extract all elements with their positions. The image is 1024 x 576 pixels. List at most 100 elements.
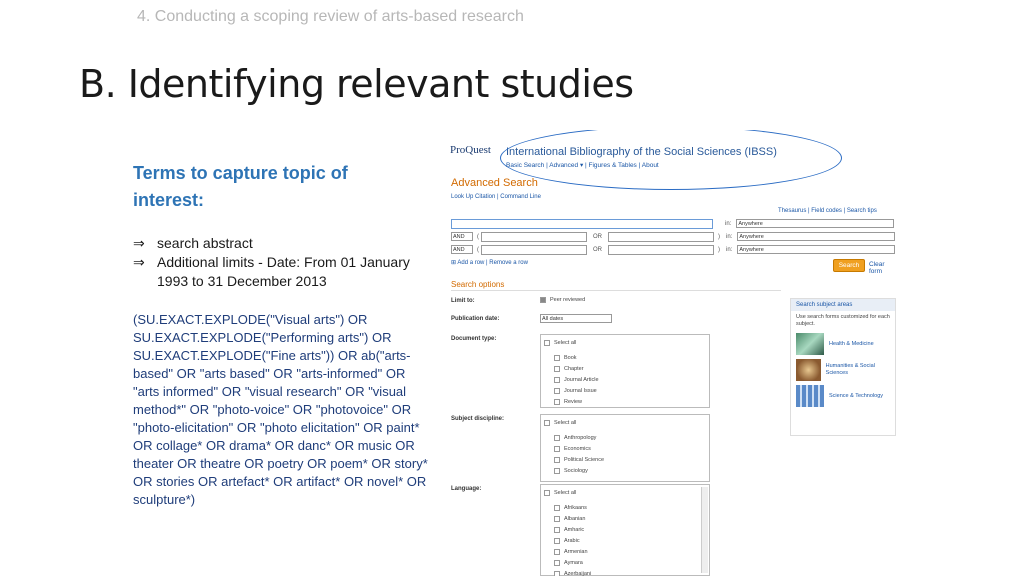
select-all-option[interactable]: Select all: [541, 337, 709, 348]
bullet-item: ⇒ Additional limits - Date: From 01 Janu…: [133, 253, 433, 291]
list-item[interactable]: Review: [541, 396, 709, 407]
search-row: AND ( OR ) in: Anywhere: [451, 231, 896, 242]
checkbox[interactable]: [554, 434, 560, 441]
field-select[interactable]: Anywhere: [737, 245, 896, 254]
subject-discipline-label: Subject discipline:: [451, 416, 505, 422]
list-item[interactable]: Journal Article: [541, 374, 709, 385]
select-all-option[interactable]: Select all: [541, 417, 709, 428]
list-item[interactable]: Afrikaans: [541, 502, 709, 513]
peer-reviewed-option[interactable]: Peer reviewed: [540, 297, 585, 303]
list-item-label: Armenian: [564, 548, 588, 555]
search-query: (SU.EXACT.EXPLODE("Visual arts") OR SU.E…: [133, 312, 428, 507]
list-item[interactable]: Aymara: [541, 557, 709, 568]
list-item-label: Anthropology: [564, 434, 597, 441]
highlight-oval: [500, 130, 842, 190]
language-list[interactable]: Select all Afrikaans Albanian Amharic Arabic…: [540, 484, 710, 576]
search-input[interactable]: [481, 231, 587, 242]
subject-areas-panel: Search subject areas Use search forms cu…: [790, 298, 896, 436]
or-label: OR: [593, 246, 602, 253]
list-item-label: Albanian: [564, 515, 586, 522]
list-item-label: Economics: [564, 445, 591, 452]
checkbox[interactable]: [554, 456, 560, 463]
checkbox[interactable]: [544, 339, 550, 346]
language-label: Language:: [451, 486, 482, 492]
list-item[interactable]: Azerbaijani: [541, 568, 709, 576]
science-thumbnail: [796, 385, 824, 407]
checkbox[interactable]: [554, 559, 560, 566]
list-item-label: Review: [564, 398, 583, 405]
search-input[interactable]: [608, 244, 714, 255]
checkbox[interactable]: [554, 354, 560, 361]
subject-discipline-list[interactable]: Select all Anthropology Economics Political…: [540, 414, 710, 482]
search-input[interactable]: [481, 244, 587, 255]
divider: [451, 290, 781, 291]
subject-health-label: Health & Medicine: [829, 340, 874, 347]
list-item[interactable]: Anthropology: [541, 432, 709, 443]
list-item[interactable]: Armenian: [541, 546, 709, 557]
list-item[interactable]: Arabic: [541, 535, 709, 546]
operator-select[interactable]: AND: [451, 245, 473, 254]
list-item[interactable]: Economics: [541, 443, 709, 454]
field-select[interactable]: Anywhere: [737, 232, 896, 241]
checkbox[interactable]: [544, 419, 550, 426]
proquest-logo: ProQuest: [450, 144, 491, 156]
checkbox[interactable]: [554, 570, 560, 576]
clear-form-link[interactable]: Clear form: [869, 261, 896, 275]
list-item[interactable]: Book: [541, 352, 709, 363]
checkbox[interactable]: [554, 365, 560, 372]
terms-heading: Terms to capture topic of interest:: [133, 163, 348, 210]
checkbox[interactable]: [554, 467, 560, 474]
publication-date-select[interactable]: All dates: [540, 314, 612, 323]
subject-humanities-label: Humanities & Social Sciences: [825, 363, 875, 376]
checkbox[interactable]: [554, 376, 560, 383]
checkbox[interactable]: [554, 515, 560, 522]
list-item-label: Journal Article: [564, 376, 599, 383]
bullet-text: search abstract: [157, 235, 253, 251]
scrollbar[interactable]: [701, 487, 708, 573]
list-item-label: Political Science: [564, 456, 605, 463]
health-thumbnail: [796, 333, 824, 355]
checkbox[interactable]: [554, 504, 560, 511]
list-item[interactable]: Chapter: [541, 363, 709, 374]
top-nav[interactable]: Basic Search | Advanced ▾ | Figures & Ta…: [506, 161, 659, 169]
subject-science[interactable]: Science & Technology: [791, 383, 895, 409]
checkbox[interactable]: [544, 489, 550, 496]
select-all-option[interactable]: Select all: [541, 487, 709, 498]
checkbox[interactable]: [554, 445, 560, 452]
search-sublinks[interactable]: Look Up Citation | Command Line: [451, 194, 541, 200]
search-row: in: Anywhere: [451, 218, 895, 229]
search-options-heading: Search options: [451, 280, 505, 289]
subject-health[interactable]: Health & Medicine: [791, 331, 895, 357]
list-item-label: Azerbaijani: [564, 570, 592, 576]
list-item[interactable]: Political Science: [541, 454, 709, 465]
bullet-item: ⇒ search abstract: [133, 234, 433, 253]
peer-reviewed-checkbox[interactable]: [540, 297, 546, 303]
checkbox[interactable]: [554, 387, 560, 394]
add-row-link[interactable]: ⊞ Add a row | Remove a row: [451, 257, 528, 268]
advanced-search-heading: Advanced Search: [451, 177, 538, 189]
list-item[interactable]: Sociology: [541, 465, 709, 476]
list-item[interactable]: Journal Issue: [541, 385, 709, 396]
thesaurus-links[interactable]: Thesaurus | Field codes | Search tips: [778, 208, 877, 214]
list-item-label: Select all: [554, 339, 577, 346]
document-type-list[interactable]: Select all Book Chapter Journal Article Jour…: [540, 334, 710, 408]
in-label: in:: [725, 220, 732, 227]
subject-humanities[interactable]: Humanities & Social Sciences: [791, 357, 895, 383]
search-row: AND ( OR ) in: Anywhere: [451, 244, 896, 255]
operator-select[interactable]: AND: [451, 232, 473, 241]
search-input[interactable]: [608, 231, 714, 242]
arrow-icon: ⇒: [133, 235, 145, 251]
list-item-label: Select all: [554, 489, 577, 496]
checkbox[interactable]: [554, 537, 560, 544]
checkbox[interactable]: [554, 526, 560, 533]
checkbox[interactable]: [554, 548, 560, 555]
list-item[interactable]: Amharic: [541, 524, 709, 535]
search-input[interactable]: [451, 218, 713, 229]
field-select[interactable]: Anywhere: [736, 219, 895, 228]
list-item[interactable]: Albanian: [541, 513, 709, 524]
list-item-label: Sociology: [564, 467, 588, 474]
search-button[interactable]: Search: [833, 259, 865, 272]
checkbox[interactable]: [554, 398, 560, 405]
list-item-label: Aymara: [564, 559, 583, 566]
publication-date-label: Publication date:: [451, 316, 500, 322]
